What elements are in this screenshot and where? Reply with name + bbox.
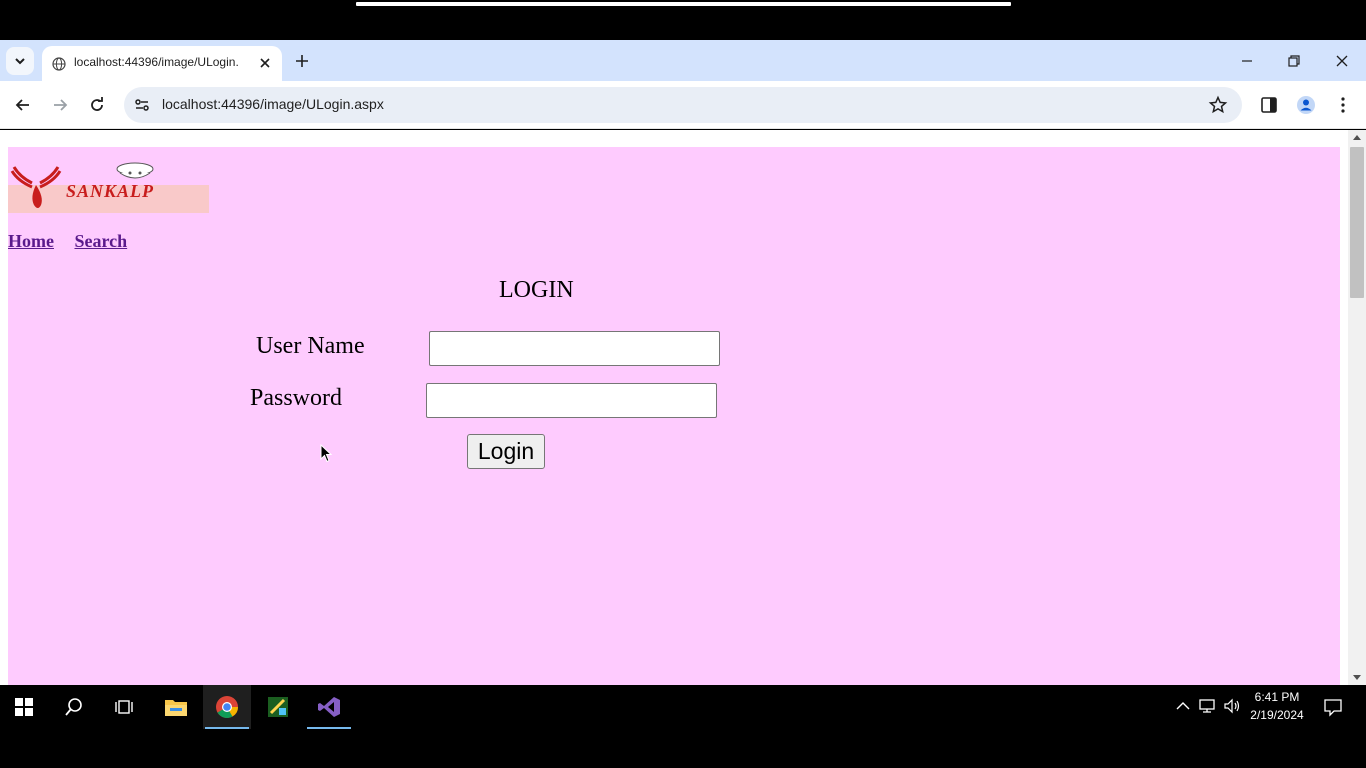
address-bar[interactable]: localhost:44396/image/ULogin.aspx <box>124 87 1242 123</box>
taskbar-search-button[interactable] <box>50 685 98 729</box>
search-icon <box>65 698 82 716</box>
password-input[interactable] <box>426 383 717 418</box>
side-panel-icon[interactable] <box>1259 95 1279 115</box>
clock-time: 6:41 PM <box>1254 690 1300 704</box>
top-black-strip <box>0 0 1366 40</box>
top-progress-bar <box>356 2 1011 6</box>
scroll-up-arrow-icon[interactable] <box>1353 135 1361 140</box>
site-info-icon[interactable] <box>132 95 152 115</box>
nav-home-link[interactable]: Home <box>8 231 54 251</box>
menu-kebab-icon[interactable] <box>1333 95 1353 115</box>
scroll-down-arrow-icon[interactable] <box>1353 675 1361 680</box>
tab-strip: localhost:44396/image/ULogin. <box>0 40 1366 81</box>
start-button[interactable] <box>0 685 48 729</box>
chrome-icon <box>216 696 238 718</box>
back-arrow-icon[interactable] <box>13 95 33 115</box>
hands-blood-drop-icon <box>10 166 62 208</box>
login-title: LOGIN <box>499 277 574 303</box>
chevron-down-icon <box>15 58 25 65</box>
bottom-black-strip <box>0 729 1366 768</box>
vertical-scrollbar[interactable] <box>1348 130 1366 685</box>
visual-studio-icon <box>318 697 340 717</box>
taskbar-clock[interactable]: 6:41 PM 2/19/2024 <box>1244 688 1310 724</box>
app-icon <box>268 697 288 717</box>
password-label: Password <box>250 385 343 411</box>
tab-search-button[interactable] <box>6 47 34 75</box>
notification-icon[interactable] <box>1323 697 1343 717</box>
tab-title: localhost:44396/image/ULogin. <box>74 55 239 69</box>
plus-icon[interactable] <box>292 51 312 71</box>
login-page: SANKALP Home Search LOGIN User Name Pass… <box>8 147 1340 685</box>
minimize-icon[interactable] <box>1239 53 1255 69</box>
nav-search-link[interactable]: Search <box>74 231 127 251</box>
restore-icon[interactable] <box>1286 53 1302 69</box>
chrome-taskbar-button[interactable] <box>203 685 251 729</box>
visual-studio-taskbar-button[interactable] <box>305 685 353 729</box>
bookmark-star-icon[interactable] <box>1208 95 1228 115</box>
login-button[interactable]: Login <box>467 434 545 469</box>
mouse-pointer-icon <box>320 444 332 463</box>
nav-links: Home Search <box>8 231 143 252</box>
logo-text: SANKALP <box>66 181 155 201</box>
clock-date: 2/19/2024 <box>1250 708 1304 722</box>
windows-taskbar: 6:41 PM 2/19/2024 <box>0 685 1366 729</box>
globe-icon <box>52 57 66 71</box>
username-label: User Name <box>256 333 365 359</box>
browser-tab[interactable]: localhost:44396/image/ULogin. <box>42 46 282 81</box>
close-icon[interactable] <box>258 56 272 70</box>
close-window-icon[interactable] <box>1334 53 1350 69</box>
browser-toolbar: localhost:44396/image/ULogin.aspx <box>0 81 1366 129</box>
chevron-up-icon[interactable] <box>1174 697 1192 715</box>
task-view-button[interactable] <box>100 685 148 729</box>
network-icon[interactable] <box>1198 697 1216 715</box>
task-view-icon <box>115 700 133 714</box>
file-explorer-button[interactable] <box>152 685 200 729</box>
start-icon <box>15 698 33 716</box>
file-explorer-icon <box>165 700 187 716</box>
volume-icon[interactable] <box>1223 697 1241 715</box>
scrollbar-thumb[interactable] <box>1350 147 1364 298</box>
reload-icon[interactable] <box>87 95 107 115</box>
page-viewport: SANKALP Home Search LOGIN User Name Pass… <box>0 130 1366 685</box>
site-logo: SANKALP <box>8 157 209 213</box>
forward-arrow-icon[interactable] <box>50 95 70 115</box>
profile-avatar-icon[interactable] <box>1296 95 1316 115</box>
username-input[interactable] <box>429 331 720 366</box>
app-taskbar-button[interactable] <box>254 685 302 729</box>
url-text[interactable]: localhost:44396/image/ULogin.aspx <box>162 96 384 112</box>
